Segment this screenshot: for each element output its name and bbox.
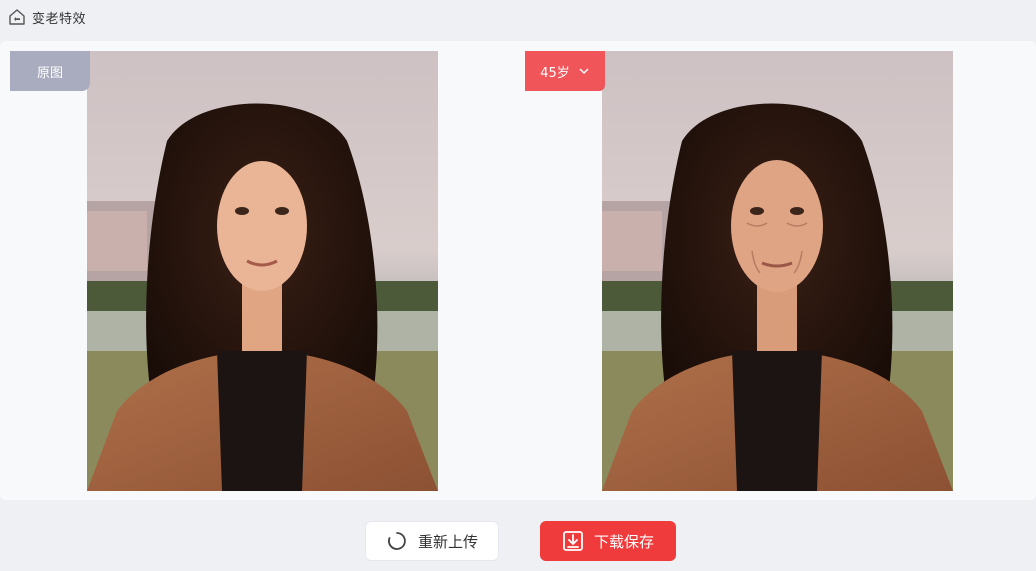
age-select[interactable]: 45岁: [525, 51, 605, 91]
aged-portrait-image: [602, 51, 953, 491]
download-save-button[interactable]: 下载保存: [540, 521, 676, 561]
original-photo: [87, 51, 438, 491]
download-save-button-label: 下载保存: [593, 532, 654, 551]
page-title: 变老特效: [32, 11, 87, 27]
comparison-panel: 原图 45岁: [0, 41, 1036, 500]
refresh-icon: [386, 530, 408, 552]
age-select-label: 45岁: [540, 65, 570, 81]
header-bar: 变老特效: [0, 0, 1036, 34]
chevron-down-icon: [578, 65, 590, 77]
download-icon: [562, 530, 584, 552]
reupload-button[interactable]: 重新上传: [365, 521, 499, 561]
aged-photo: [602, 51, 953, 491]
home-icon[interactable]: [8, 8, 26, 26]
original-portrait-image: [87, 51, 438, 491]
original-tag: 原图: [10, 51, 90, 91]
reupload-button-label: 重新上传: [417, 532, 478, 551]
